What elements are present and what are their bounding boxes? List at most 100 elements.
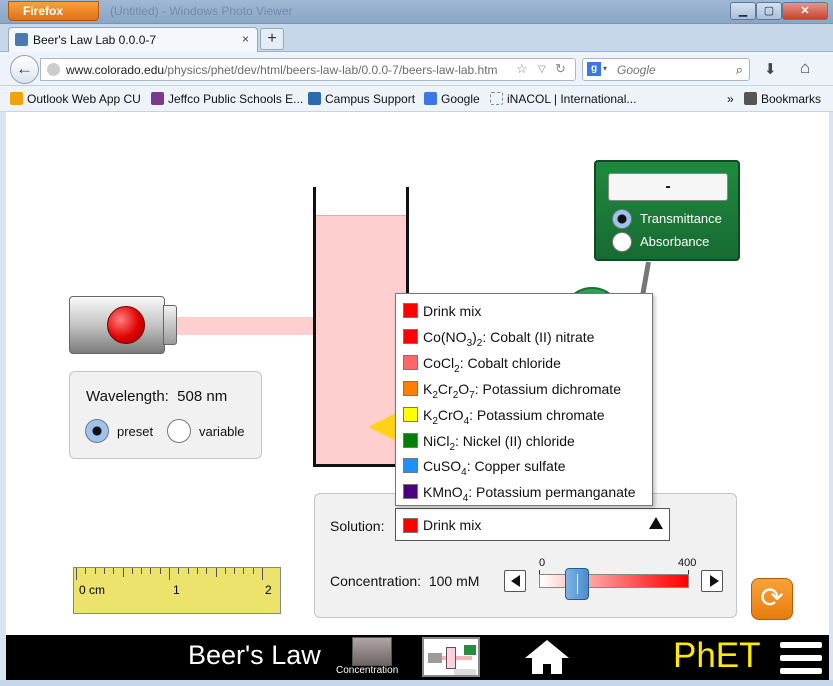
bookmark-inacol[interactable]: iNACOL | International... (490, 92, 636, 106)
screen-concentration-label: Concentration (336, 665, 399, 676)
slider-max-label: 400 (678, 557, 697, 569)
ruler-tick-mark (234, 568, 236, 574)
sim-title: Beer's Law (188, 640, 321, 670)
solution-selected: Drink mix (423, 517, 482, 533)
bookmarks-overflow-icon[interactable]: » (727, 92, 734, 106)
solution-option-label: K2Cr2O7: Potassium dichromate (423, 380, 621, 401)
google-engine-icon[interactable]: g (587, 62, 601, 76)
arrow-left-icon (511, 575, 520, 587)
bookmarks-star-icon (744, 92, 757, 105)
preset-radio[interactable] (85, 419, 109, 443)
concentration-slider-thumb[interactable] (564, 568, 589, 600)
screen-concentration-button[interactable]: Concentration (336, 637, 402, 679)
ruler-tick-mark (243, 568, 245, 574)
concentration-slider-track[interactable] (539, 574, 689, 588)
detector-meter[interactable]: - Transmittance Absorbance (594, 160, 740, 261)
solution-option[interactable]: K2CrO4: Potassium chromate (396, 402, 652, 428)
variable-label[interactable]: variable (199, 424, 245, 439)
bookmark-campus-support[interactable]: Campus Support (308, 92, 415, 106)
ruler-tick-mark (196, 568, 198, 574)
star-bookmark-icon[interactable]: ☆ (516, 61, 528, 77)
solution-option[interactable]: CoCl2: Cobalt chloride (396, 350, 652, 376)
solution-option[interactable]: Drink mix (396, 298, 652, 324)
close-window-button[interactable]: ✕ (782, 2, 828, 20)
arrow-right-icon (710, 575, 719, 587)
home-button[interactable] (524, 638, 570, 676)
screen-beers-law-button[interactable] (422, 637, 480, 677)
solution-option-swatch (403, 380, 418, 396)
phet-logo[interactable]: PhET (673, 636, 761, 676)
reload-icon[interactable]: ↻ (555, 61, 566, 77)
ruler-tick-mark (224, 568, 226, 574)
ruler-tick-mark (159, 568, 161, 574)
solution-option[interactable]: K2Cr2O7: Potassium dichromate (396, 376, 652, 402)
download-icon[interactable]: ⬇ (764, 60, 777, 78)
sim-stage: Wavelength: 508 nm preset variable - Tra… (6, 112, 829, 635)
window-titlebar: Firefox (Untitled) - Windows Photo Viewe… (0, 0, 833, 24)
solution-option-label: Co(NO3)2: Cobalt (II) nitrate (423, 328, 595, 349)
light-source-nozzle (163, 305, 177, 345)
phet-menu-button[interactable] (780, 640, 822, 676)
solution-option-label: K2CrO4: Potassium chromate (423, 406, 605, 427)
ruler-tick-mark (150, 568, 152, 574)
url-host: www.colorado.edu (66, 63, 165, 77)
solution-option-label: Drink mix (423, 303, 482, 319)
site-identity-icon[interactable] (47, 63, 60, 76)
concentration-screen-thumbnail (352, 637, 392, 666)
new-tab-button[interactable]: + (260, 28, 284, 50)
variable-radio[interactable] (167, 419, 191, 443)
ruler-tick-mark (215, 568, 217, 577)
tab-close-icon[interactable]: × (242, 32, 249, 46)
search-bar[interactable]: g ▾ ⌕ (582, 58, 750, 81)
concentration-decrease-button[interactable] (504, 570, 526, 592)
slider-min-label: 0 (539, 557, 546, 569)
solution-option[interactable]: NiCl2: Nickel (II) chloride (396, 428, 652, 454)
minimize-button[interactable]: ▁ (730, 2, 756, 20)
wavelength-label: Wavelength: 508 nm (86, 388, 228, 405)
ruler-tick-mark (103, 568, 105, 574)
detector-probe[interactable] (368, 412, 398, 442)
concentration-increase-button[interactable] (701, 570, 723, 592)
search-icon[interactable]: ⌕ (736, 62, 743, 78)
light-on-button[interactable] (107, 306, 145, 344)
solution-option-label: CoCl2: Cobalt chloride (423, 354, 561, 375)
menu-icon (780, 642, 822, 648)
solution-option[interactable]: Co(NO3)2: Cobalt (II) nitrate (396, 324, 652, 350)
ruler-tick-mark (85, 568, 87, 574)
solution-color-swatch (403, 518, 418, 533)
bookmark-jeffco[interactable]: Jeffco Public Schools E... (151, 92, 303, 106)
reset-all-button[interactable]: ⟳ (751, 578, 793, 620)
ruler-tick-mark (76, 568, 77, 580)
navigation-bar: ← www.colorado.edu/physics/phet/dev/html… (0, 52, 833, 86)
url-text[interactable]: www.colorado.edu/physics/phet/dev/html/b… (66, 63, 498, 77)
solution-combobox[interactable]: Drink mix (395, 508, 670, 541)
transmittance-label[interactable]: Transmittance (640, 211, 722, 226)
absorbance-label[interactable]: Absorbance (640, 234, 709, 249)
address-bar[interactable]: www.colorado.edu/physics/phet/dev/html/b… (40, 58, 576, 81)
solution-dropdown-list: Drink mix Co(NO3)2: Cobalt (II) nitrate Co… (395, 293, 653, 506)
bookmarks-menu[interactable]: Bookmarks (744, 92, 821, 106)
bookmark-google[interactable]: Google (424, 92, 480, 106)
ruler-tick-mark (206, 568, 208, 574)
wavelength-panel: Wavelength: 508 nm preset variable (69, 371, 262, 459)
dropdown-arrow-icon[interactable] (649, 517, 663, 529)
concentration-label: Concentration: 100 mM (330, 573, 480, 589)
solution-label: Solution: (330, 518, 385, 534)
search-input[interactable] (617, 61, 727, 78)
concentration-value: 100 mM (428, 573, 480, 589)
firefox-menu-button[interactable]: Firefox (8, 1, 99, 21)
preset-label[interactable]: preset (117, 424, 153, 439)
ruler[interactable]: 0 cm 1 2 (73, 567, 281, 614)
url-dropdown-icon[interactable]: ▽ (538, 64, 546, 75)
bookmark-outlook[interactable]: Outlook Web App CU (10, 92, 141, 106)
maximize-button[interactable]: ▢ (756, 2, 782, 20)
back-button[interactable]: ← (10, 55, 39, 84)
solution-option[interactable]: KMnO4: Potassium permanganate (396, 479, 652, 505)
home-icon[interactable]: ⌂ (800, 58, 810, 78)
tab-beers-law-lab[interactable]: Beer's Law Lab 0.0.0-7 × (8, 27, 258, 52)
inacol-icon (490, 92, 503, 105)
transmittance-radio[interactable] (612, 209, 632, 229)
solution-option[interactable]: CuSO4: Copper sulfate (396, 453, 652, 479)
absorbance-radio[interactable] (612, 232, 632, 252)
engine-dropdown-icon[interactable]: ▾ (603, 64, 607, 73)
